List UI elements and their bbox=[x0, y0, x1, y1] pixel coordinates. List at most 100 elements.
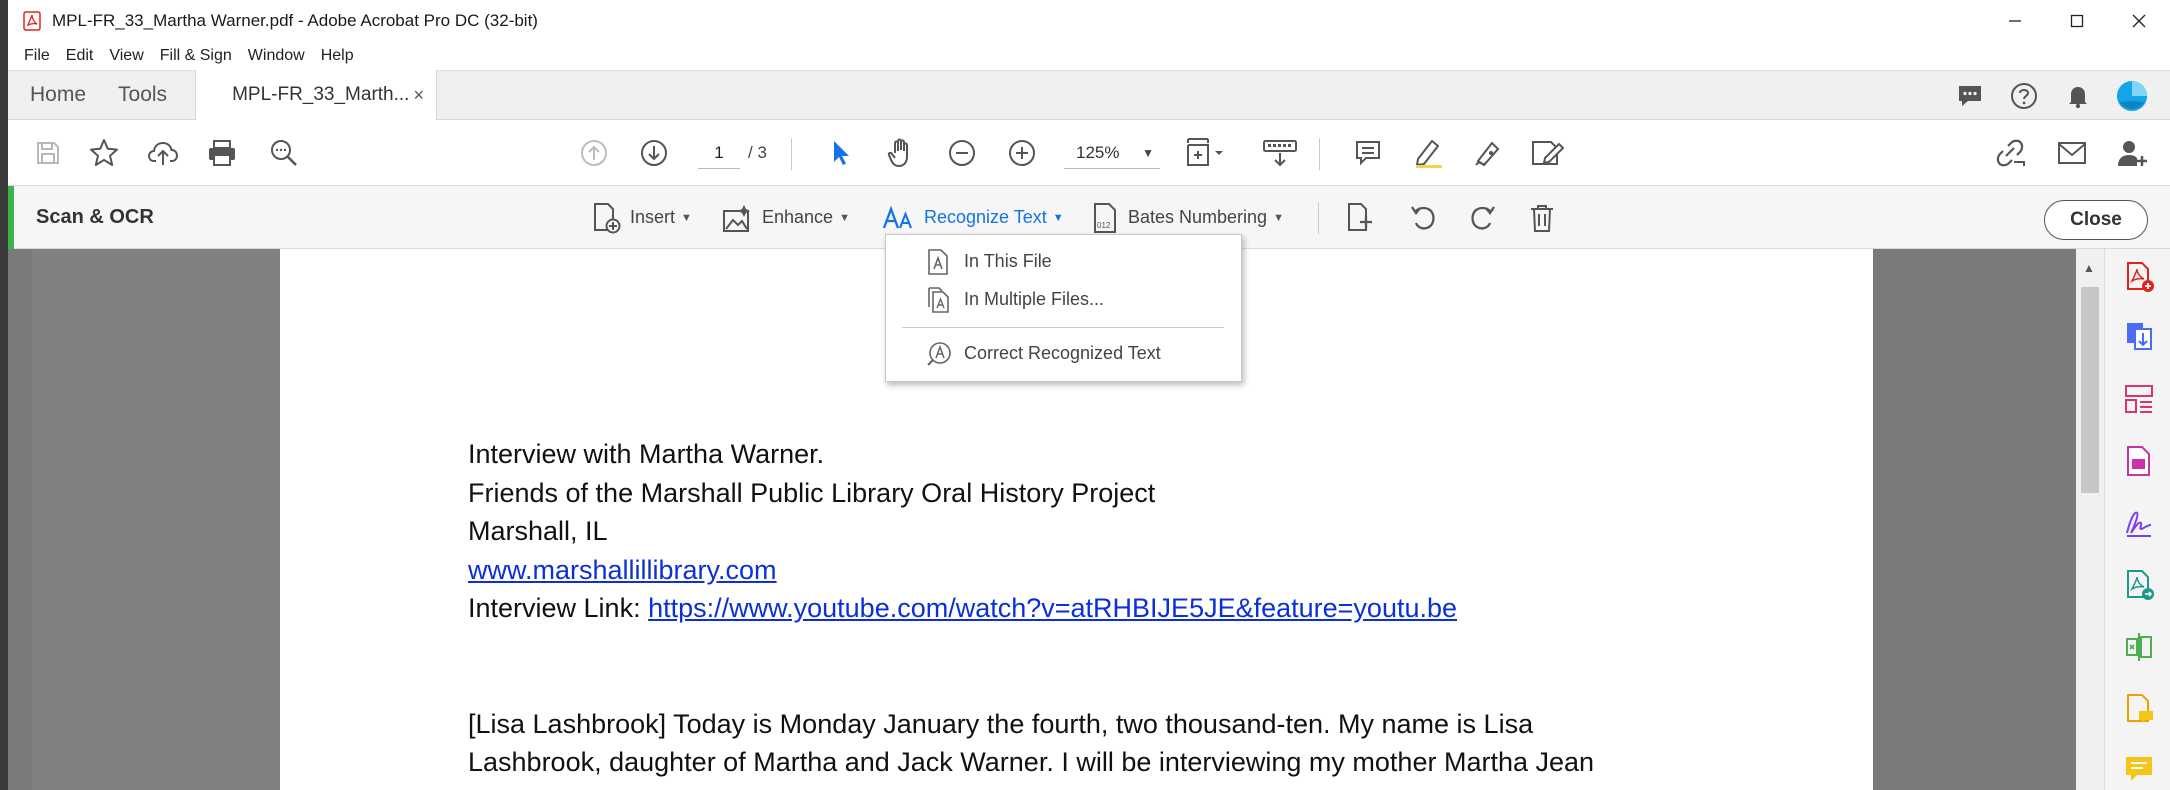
fill-sign-icon[interactable] bbox=[2123, 507, 2155, 539]
menu-item-in-multiple-files[interactable]: In Multiple Files... bbox=[886, 280, 1241, 318]
close-window-button[interactable] bbox=[2108, 0, 2170, 42]
hand-icon bbox=[887, 138, 908, 167]
tab-document[interactable]: MPL-FR_33_Marth... × bbox=[195, 70, 438, 120]
account-avatar[interactable] bbox=[2116, 80, 2148, 112]
bookmark-star-button[interactable] bbox=[82, 120, 126, 186]
chevron-down-icon: ▼ bbox=[1052, 211, 1064, 224]
text-aa-icon bbox=[882, 205, 912, 228]
insert-menu-button[interactable]: Insert ▼ bbox=[592, 186, 692, 249]
fit-page-icon bbox=[1187, 138, 1223, 166]
select-tool-button[interactable] bbox=[818, 120, 862, 186]
doc-line-location: Marshall, IL bbox=[468, 516, 608, 546]
comment-icon bbox=[1356, 141, 1380, 166]
zoom-in-button[interactable] bbox=[1000, 120, 1044, 186]
insert-from-scanner-button[interactable] bbox=[1346, 186, 1376, 249]
enhance-image-icon bbox=[723, 204, 750, 232]
comment-button[interactable] bbox=[1346, 120, 1390, 186]
pdf-app-icon bbox=[23, 11, 41, 31]
zoom-level-select[interactable]: 125% ▼ bbox=[1064, 137, 1160, 169]
search-zoom-button[interactable] bbox=[262, 120, 306, 186]
save-button[interactable] bbox=[26, 120, 70, 186]
export-pdf-icon[interactable] bbox=[2123, 321, 2155, 353]
toolbar-divider bbox=[791, 138, 792, 170]
comments-button[interactable] bbox=[1954, 80, 1986, 112]
youtube-link[interactable]: https://www.youtube.com/watch?v=atRHBIJE… bbox=[648, 593, 1457, 623]
previous-page-button[interactable] bbox=[572, 120, 616, 186]
minimize-button[interactable] bbox=[1984, 0, 2046, 42]
insert-page-icon bbox=[594, 202, 621, 233]
enhance-menu-button[interactable]: Enhance ▼ bbox=[722, 186, 850, 249]
scroll-mode-button[interactable] bbox=[1256, 120, 1304, 186]
sign-button[interactable] bbox=[1466, 120, 1510, 186]
chevron-down-icon: ▼ bbox=[1273, 211, 1284, 224]
avatar-icon bbox=[2116, 80, 2148, 112]
edit-pdf-tool-icon[interactable] bbox=[2123, 445, 2155, 477]
help-icon bbox=[2011, 83, 2037, 109]
share-link-button[interactable] bbox=[1988, 120, 2032, 186]
scrollbar-thumb[interactable] bbox=[2081, 287, 2099, 493]
help-button[interactable] bbox=[2008, 80, 2040, 112]
menu-window[interactable]: Window bbox=[240, 47, 313, 65]
notifications-button[interactable] bbox=[2062, 80, 2094, 112]
library-website-link[interactable]: www.marshallillibrary.com bbox=[468, 555, 777, 585]
cursor-arrow-icon bbox=[834, 141, 849, 165]
in-this-file-label: In This File bbox=[964, 250, 1052, 271]
menu-item-in-this-file[interactable]: In This File bbox=[886, 242, 1241, 280]
menu-fill-sign[interactable]: Fill & Sign bbox=[152, 47, 240, 65]
maximize-button[interactable] bbox=[2046, 0, 2108, 42]
menu-file[interactable]: File bbox=[16, 47, 58, 65]
rotate-right-button[interactable] bbox=[1468, 186, 1498, 249]
add-person-button[interactable] bbox=[2110, 120, 2154, 186]
page-number-input[interactable]: 1 bbox=[698, 137, 740, 169]
tab-tools[interactable]: Tools bbox=[108, 70, 189, 119]
close-tool-button[interactable]: Close bbox=[2044, 200, 2148, 240]
next-page-button[interactable] bbox=[632, 120, 676, 186]
page-text: Interview with Martha Warner. Friends of… bbox=[468, 435, 1594, 782]
bates-number-icon: 012 bbox=[1094, 202, 1116, 233]
zoom-out-button[interactable] bbox=[940, 120, 984, 186]
highlight-button[interactable] bbox=[1406, 120, 1450, 186]
recognize-text-label: Recognize Text bbox=[924, 207, 1047, 227]
search-icon bbox=[271, 140, 297, 166]
print-button[interactable] bbox=[200, 120, 244, 186]
scroll-up-icon[interactable]: ▲ bbox=[2083, 261, 2095, 275]
upload-cloud-button[interactable] bbox=[141, 120, 185, 186]
menu-view[interactable]: View bbox=[101, 47, 151, 65]
hand-tool-button[interactable] bbox=[879, 120, 923, 186]
tab-close-icon[interactable]: × bbox=[414, 85, 425, 106]
insert-label: Insert bbox=[630, 207, 676, 227]
menu-bar: File Edit View Fill & Sign Window Help bbox=[8, 42, 2170, 70]
menu-item-correct-recognized-text[interactable]: Correct Recognized Text bbox=[886, 334, 1241, 372]
cloud-upload-icon bbox=[147, 141, 179, 165]
compare-files-icon[interactable] bbox=[2123, 631, 2155, 663]
email-button[interactable] bbox=[2050, 120, 2094, 186]
menu-edit[interactable]: Edit bbox=[58, 47, 102, 65]
rotate-cw-icon bbox=[1471, 205, 1495, 230]
delete-button[interactable] bbox=[1528, 186, 1556, 249]
minus-circle-icon bbox=[949, 140, 975, 166]
plus-circle-icon bbox=[1009, 140, 1035, 166]
tool-accent-bar bbox=[8, 186, 14, 249]
menu-help[interactable]: Help bbox=[313, 47, 362, 65]
sticky-note-icon[interactable] bbox=[2123, 753, 2155, 785]
bell-icon bbox=[2069, 87, 2087, 109]
document-text-icon bbox=[928, 249, 948, 275]
window-controls bbox=[1984, 0, 2170, 42]
vertical-scrollbar[interactable]: ▲ bbox=[2076, 249, 2104, 790]
interview-link-label: Interview Link: bbox=[468, 593, 649, 623]
page-fit-button[interactable] bbox=[1178, 120, 1234, 186]
rotate-left-button[interactable] bbox=[1408, 186, 1438, 249]
edit-pdf-button[interactable] bbox=[1526, 120, 1570, 186]
tab-home[interactable]: Home bbox=[8, 70, 108, 119]
chevron-down-icon: ▼ bbox=[1142, 146, 1154, 160]
create-pdf-icon[interactable] bbox=[2123, 261, 2155, 293]
link-icon bbox=[1996, 139, 2025, 167]
scan-ocr-title: Scan & OCR bbox=[36, 206, 154, 228]
chevron-down-icon: ▼ bbox=[681, 211, 692, 224]
close-icon bbox=[2132, 14, 2146, 28]
printer-icon bbox=[209, 140, 235, 166]
organize-pages-icon[interactable] bbox=[2123, 383, 2155, 415]
send-for-signature-icon[interactable] bbox=[2123, 569, 2155, 601]
comment-tool-icon[interactable] bbox=[2123, 693, 2155, 725]
envelope-icon bbox=[2058, 142, 2086, 164]
